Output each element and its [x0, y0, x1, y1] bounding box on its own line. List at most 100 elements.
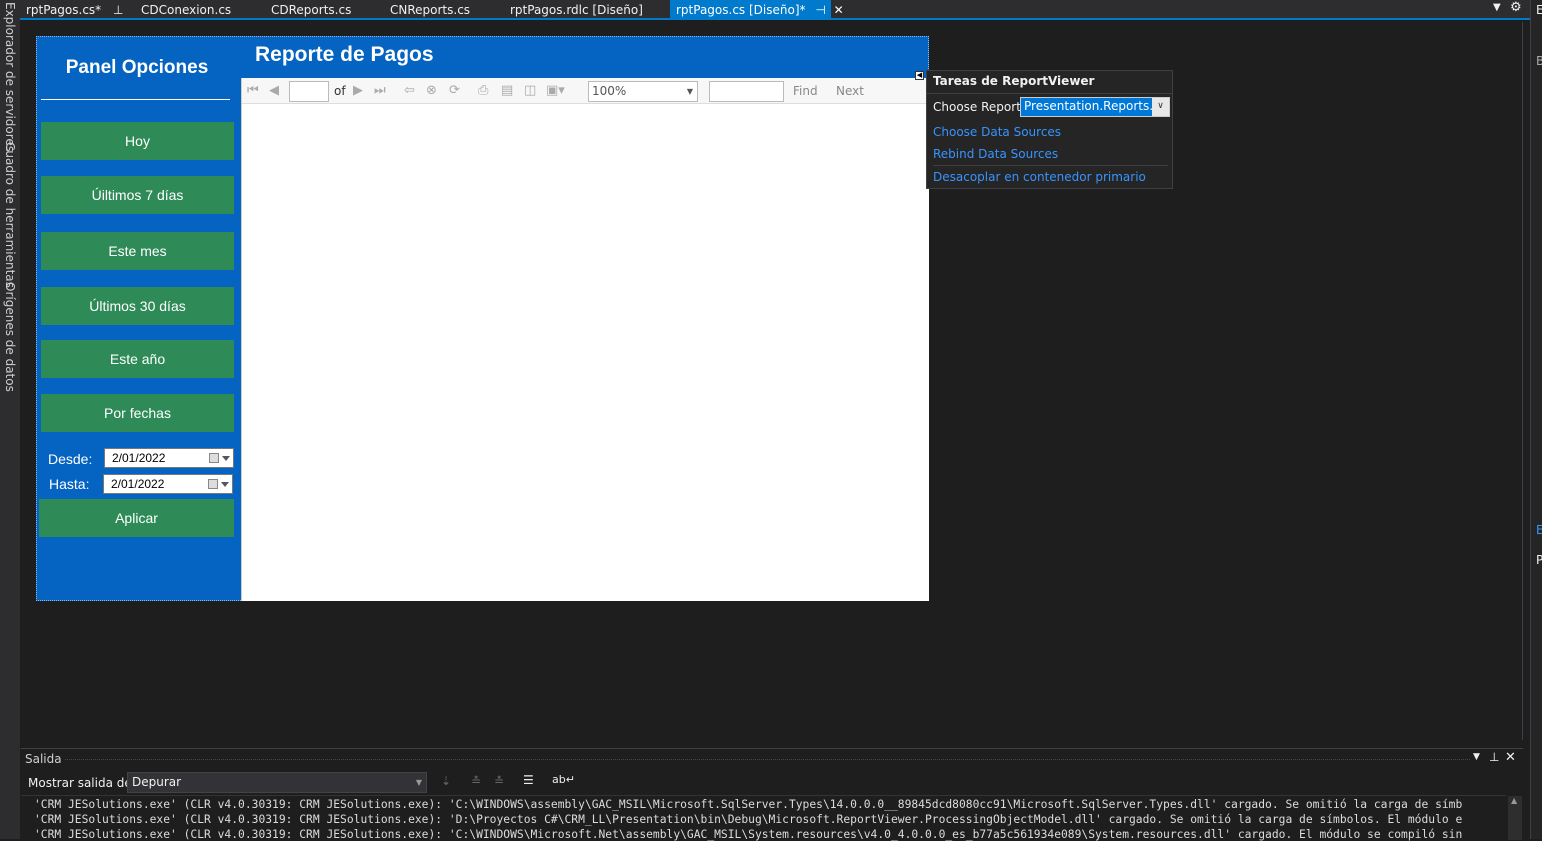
clear-all-icon[interactable]: ☰ [523, 773, 534, 787]
next-link[interactable]: Next [836, 82, 864, 100]
document-tabs: rptPagos.cs* ⊥ CDConexion.cs CDReports.c… [20, 0, 1530, 20]
output-line: 'CRM JESolutions.exe' (CLR v4.0.30319: C… [34, 828, 1463, 841]
date-value: 2/01/2022 [111, 477, 165, 491]
dropdown-arrow-icon[interactable] [222, 456, 230, 461]
rebind-data-sources-link[interactable]: Rebind Data Sources [933, 147, 1058, 161]
tab-rptpagos-designer[interactable]: rptPagos.cs [Diseño]* ⊣ ✕ [670, 0, 844, 20]
apply-button[interactable]: Aplicar [39, 499, 234, 537]
print-icon[interactable]: ⎙ [478, 82, 488, 100]
tab-cnreports[interactable]: CNReports.cs [384, 0, 470, 20]
dropdown-arrow-icon[interactable] [221, 482, 229, 487]
hasta-label: Hasta: [49, 476, 90, 492]
data-sources-tab[interactable]: Orígenes de datos [3, 282, 17, 392]
output-scrollbar[interactable]: ▲ [1508, 796, 1522, 840]
next-message-icon[interactable]: ≛ [494, 774, 504, 788]
pin-icon[interactable]: ⊥ [113, 3, 123, 17]
undock-link[interactable]: Desacoplar en contenedor primario [933, 170, 1146, 184]
smart-tag-collapse-icon[interactable]: ◀ [915, 71, 924, 80]
right-panel-strip: E B E P [1530, 0, 1542, 839]
divider [21, 795, 1506, 796]
right-panel-label: E [1536, 3, 1542, 17]
panel-menu-icon[interactable]: ▼ [1473, 752, 1480, 762]
refresh-icon[interactable]: ⟳ [449, 82, 460, 100]
select-value: Presentation.Reports.r [1024, 99, 1158, 113]
show-output-label: Mostrar salida de: [28, 776, 136, 790]
last-page-icon[interactable]: ⏭ [374, 82, 386, 100]
word-wrap-icon[interactable]: ab↵ [552, 773, 575, 786]
right-panel-label: E [1536, 523, 1542, 537]
last-30-days-button[interactable]: Últimos 30 días [41, 287, 234, 325]
hasta-date-picker[interactable]: 2/01/2022 [103, 474, 233, 494]
page-number-input[interactable] [289, 81, 329, 102]
desde-date-picker[interactable]: 2/01/2022 [104, 448, 234, 468]
output-line: 'CRM JESolutions.exe' (CLR v4.0.30319: C… [34, 813, 1463, 826]
right-panel-label: P [1536, 553, 1542, 567]
pin-icon[interactable]: ⊥ [1489, 750, 1499, 764]
page-setup-icon[interactable]: ◫ [524, 82, 536, 100]
last-7-days-button[interactable]: Úiltimos 7 días [41, 176, 234, 214]
print-layout-icon[interactable]: ▤ [501, 82, 513, 100]
right-panel-label: B [1536, 54, 1542, 68]
tab-label: CDReports.cs [271, 3, 352, 17]
form-designer[interactable]: Panel Opciones Hoy Úiltimos 7 días Este … [36, 36, 930, 601]
chevron-down-icon: ▼ [686, 87, 693, 96]
calendar-icon [208, 479, 218, 489]
find-link[interactable]: Find [793, 82, 818, 100]
divider [41, 99, 230, 100]
next-page-icon[interactable]: ▶ [353, 82, 363, 100]
gear-icon[interactable]: ⚙ [1510, 0, 1522, 15]
tab-rptpagos-cs[interactable]: rptPagos.cs* ⊥ [20, 0, 123, 20]
options-panel: Panel Opciones Hoy Úiltimos 7 días Este … [37, 37, 240, 600]
select-value: Depurar [132, 775, 182, 789]
goto-source-icon[interactable]: ⇣ [441, 774, 451, 788]
export-icon[interactable]: ▣▾ [546, 82, 565, 100]
panel-title: Panel Opciones [65, 57, 209, 78]
tab-label: rptPagos.cs [Diseño]* [676, 3, 806, 17]
title-grip [65, 759, 1470, 760]
tab-dropdown-icon[interactable]: ▼ [1493, 2, 1501, 13]
stop-icon[interactable]: ⊗ [426, 82, 437, 100]
tab-rptpagos-rdlc[interactable]: rptPagos.rdlc [Diseño] [504, 0, 643, 20]
tab-cdconexion[interactable]: CDConexion.cs [135, 0, 231, 20]
divider [933, 165, 1168, 166]
output-line: 'CRM JESolutions.exe' (CLR v4.0.30319: C… [34, 798, 1463, 811]
first-page-icon[interactable]: ⏮ [247, 82, 259, 100]
choose-report-select[interactable]: Presentation.Reports.r ∨ [1020, 97, 1170, 117]
report-viewer-toolbar: ⏮ ◀ of ▶ ⏭ ⇦ ⊗ ⟳ ⎙ ▤ ◫ ▣▾ 100% ▼ Find Nex… [242, 78, 930, 104]
desde-label: Desde: [48, 451, 93, 467]
report-title: Reporte de Pagos [255, 43, 434, 66]
choose-data-sources-link[interactable]: Choose Data Sources [933, 125, 1061, 139]
close-icon[interactable]: ✕ [1505, 750, 1516, 765]
this-month-button[interactable]: Este mes [41, 232, 234, 270]
toolbox-tab[interactable]: Cuadro de herramientas [3, 142, 17, 288]
scroll-up-icon[interactable]: ▲ [1511, 796, 1517, 805]
report-header: Reporte de Pagos [241, 37, 929, 77]
tab-label: rptPagos.rdlc [Diseño] [510, 3, 643, 17]
zoom-select[interactable]: 100% ▼ [588, 81, 698, 102]
divider [927, 93, 1172, 94]
find-input[interactable] [709, 81, 784, 102]
choose-report-label: Choose Report [933, 100, 1021, 114]
previous-page-icon[interactable]: ◀ [269, 82, 279, 100]
this-year-button[interactable]: Este año [41, 340, 234, 378]
close-icon[interactable]: ✕ [834, 3, 844, 17]
zoom-value: 100% [592, 84, 627, 98]
pin-icon[interactable]: ⊣ [815, 3, 825, 17]
tab-label: CNReports.cs [390, 3, 471, 17]
tab-label: rptPagos.cs* [26, 3, 102, 17]
date-value: 2/01/2022 [112, 451, 166, 465]
of-label: of [334, 84, 346, 98]
tab-cdreports[interactable]: CDReports.cs [265, 0, 351, 20]
tasks-title: Tareas de ReportViewer [933, 74, 1095, 88]
today-button[interactable]: Hoy [41, 122, 234, 160]
previous-message-icon[interactable]: ≛ [471, 774, 481, 788]
by-dates-button[interactable]: Por fechas [41, 394, 234, 432]
tab-label: CDConexion.cs [141, 3, 232, 17]
output-panel: Salida ▼ ⊥ ✕ Mostrar salida de: Depurar ▼… [21, 748, 1523, 841]
chevron-down-icon[interactable]: ∨ [1152, 98, 1169, 116]
report-viewer[interactable]: ⏮ ◀ of ▶ ⏭ ⇦ ⊗ ⟳ ⎙ ▤ ◫ ▣▾ 100% ▼ Find Nex… [241, 78, 930, 601]
output-source-select[interactable]: Depurar ▼ [127, 772, 427, 793]
back-icon[interactable]: ⇦ [404, 82, 415, 100]
server-explorer-tab[interactable]: Explorador de servidores [3, 2, 17, 152]
left-tool-strip: Explorador de servidores Cuadro de herra… [0, 0, 20, 839]
